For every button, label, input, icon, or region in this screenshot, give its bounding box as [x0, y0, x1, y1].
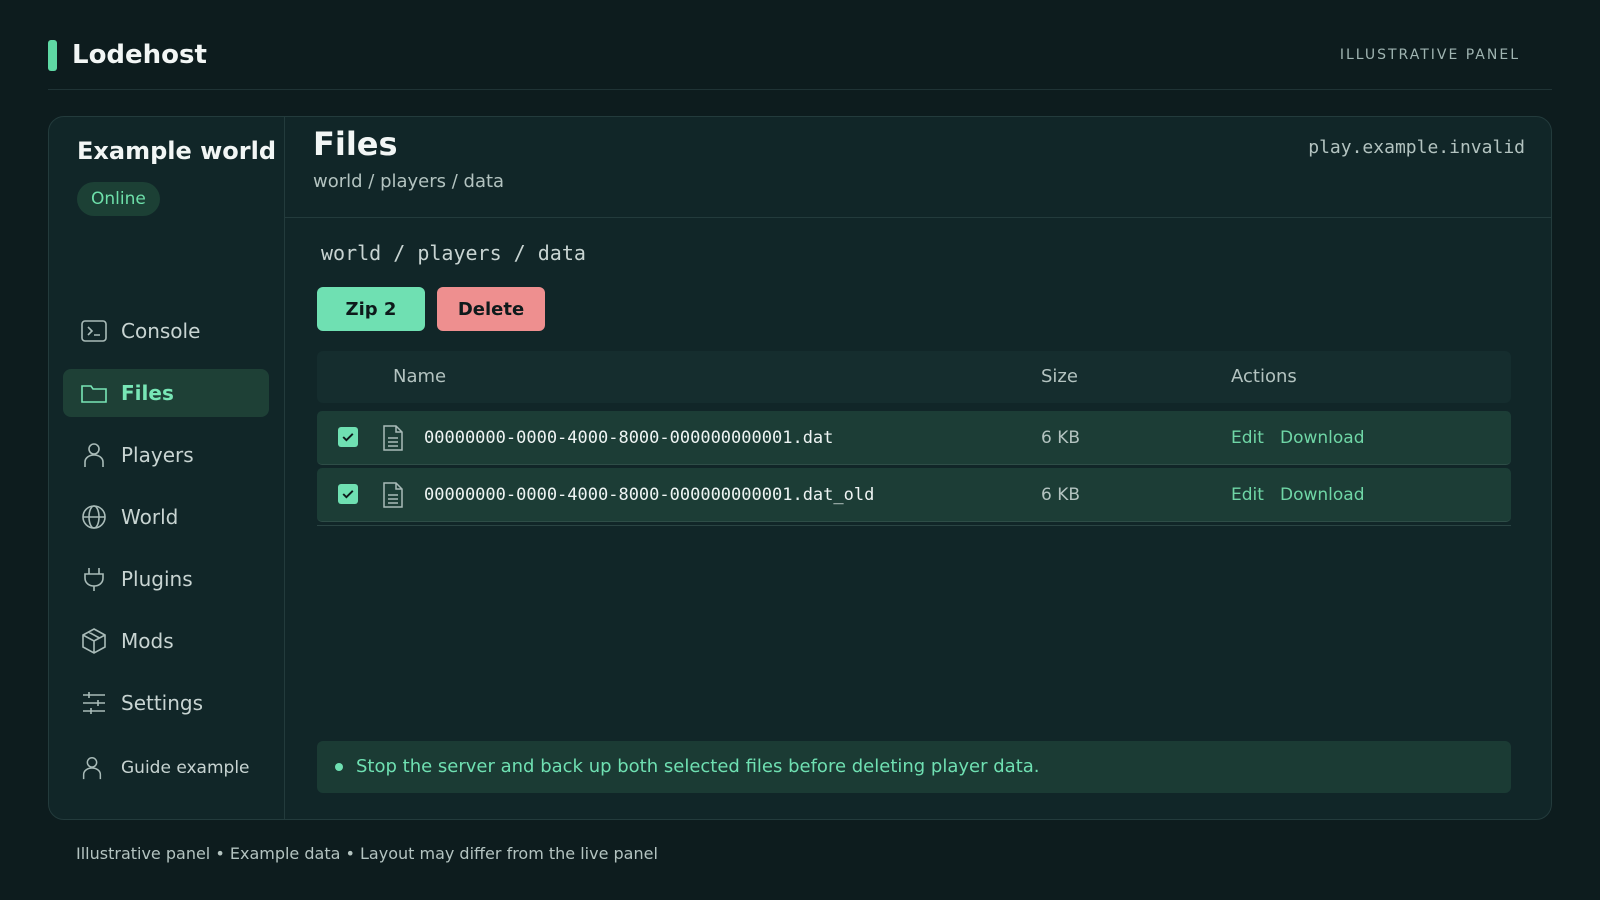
- user-icon: [79, 440, 109, 470]
- terminal-icon: [79, 316, 109, 346]
- check-icon: [342, 433, 354, 442]
- sidebar-item-label: World: [121, 505, 179, 529]
- sidebar-item-label: Players: [121, 443, 194, 467]
- box-icon: [79, 626, 109, 656]
- page-title: Files: [313, 125, 398, 163]
- current-path: world / players / data: [321, 241, 586, 265]
- notice-text: Stop the server and back up both selecte…: [356, 756, 1040, 777]
- sidebar-item-players[interactable]: Players: [63, 431, 269, 479]
- status-badge: Online: [77, 182, 160, 216]
- table-divider: [317, 525, 1511, 526]
- sidebar-item-console[interactable]: Console: [63, 307, 269, 355]
- warning-notice: Stop the server and back up both selecte…: [317, 741, 1511, 793]
- world-name: Example world: [77, 137, 277, 165]
- folder-icon: [79, 378, 109, 408]
- sidebar-item-settings[interactable]: Settings: [63, 679, 269, 727]
- sidebar-item-world[interactable]: World: [63, 493, 269, 541]
- file-name: 00000000-0000-4000-8000-000000000001.dat…: [424, 485, 875, 505]
- zip-button[interactable]: Zip 2: [317, 287, 425, 331]
- app-name: Lodehost: [72, 40, 207, 70]
- main-panel: Example world Online Console Files Playe…: [48, 116, 1552, 820]
- table-header: Name Size Actions: [317, 351, 1511, 403]
- column-header-actions: Actions: [1231, 366, 1297, 387]
- delete-button[interactable]: Delete: [437, 287, 545, 331]
- brand-mark: [48, 40, 57, 71]
- server-address: play.example.invalid: [1308, 137, 1525, 158]
- sidebar-item-files[interactable]: Files: [63, 369, 269, 417]
- table-row[interactable]: 00000000-0000-4000-8000-000000000001.dat…: [317, 468, 1511, 522]
- sidebar-item-label: Plugins: [121, 567, 193, 591]
- user-account[interactable]: Guide example: [79, 753, 250, 783]
- file-icon: [383, 482, 403, 508]
- column-header-name: Name: [393, 366, 447, 387]
- edit-link[interactable]: Edit: [1231, 411, 1264, 465]
- user-icon: [79, 753, 109, 783]
- sidebar-item-plugins[interactable]: Plugins: [63, 555, 269, 603]
- main-content: Files world / players / data play.exampl…: [285, 117, 1551, 819]
- row-checkbox[interactable]: [338, 484, 358, 504]
- sidebar: Example world Online Console Files Playe…: [49, 117, 285, 819]
- main-header: Files world / players / data play.exampl…: [285, 117, 1551, 218]
- sidebar-item-label: Files: [121, 381, 174, 405]
- top-bar: Lodehost ILLUSTRATIVE PANEL: [48, 40, 1552, 90]
- file-size: 6 KB: [1041, 428, 1081, 448]
- table-row[interactable]: 00000000-0000-4000-8000-000000000001.dat…: [317, 411, 1511, 465]
- download-link[interactable]: Download: [1280, 411, 1365, 465]
- column-header-size: Size: [1041, 366, 1078, 387]
- file-size: 6 KB: [1041, 485, 1081, 505]
- user-label: Guide example: [121, 758, 250, 778]
- download-link[interactable]: Download: [1280, 468, 1365, 522]
- sidebar-item-label: Console: [121, 319, 201, 343]
- edit-link[interactable]: Edit: [1231, 468, 1264, 522]
- bullet-icon: [335, 763, 343, 771]
- sliders-icon: [79, 688, 109, 718]
- file-name: 00000000-0000-4000-8000-000000000001.dat: [424, 428, 834, 448]
- sidebar-item-mods[interactable]: Mods: [63, 617, 269, 665]
- plug-icon: [79, 564, 109, 594]
- panel-tag: ILLUSTRATIVE PANEL: [1339, 47, 1520, 63]
- file-icon: [383, 425, 403, 451]
- row-checkbox[interactable]: [338, 427, 358, 447]
- sidebar-item-label: Settings: [121, 691, 204, 715]
- sidebar-item-label: Mods: [121, 629, 174, 653]
- globe-icon: [79, 502, 109, 532]
- check-icon: [342, 490, 354, 499]
- breadcrumb: world / players / data: [313, 171, 505, 192]
- footer-note: Illustrative panel • Example data • Layo…: [76, 844, 658, 863]
